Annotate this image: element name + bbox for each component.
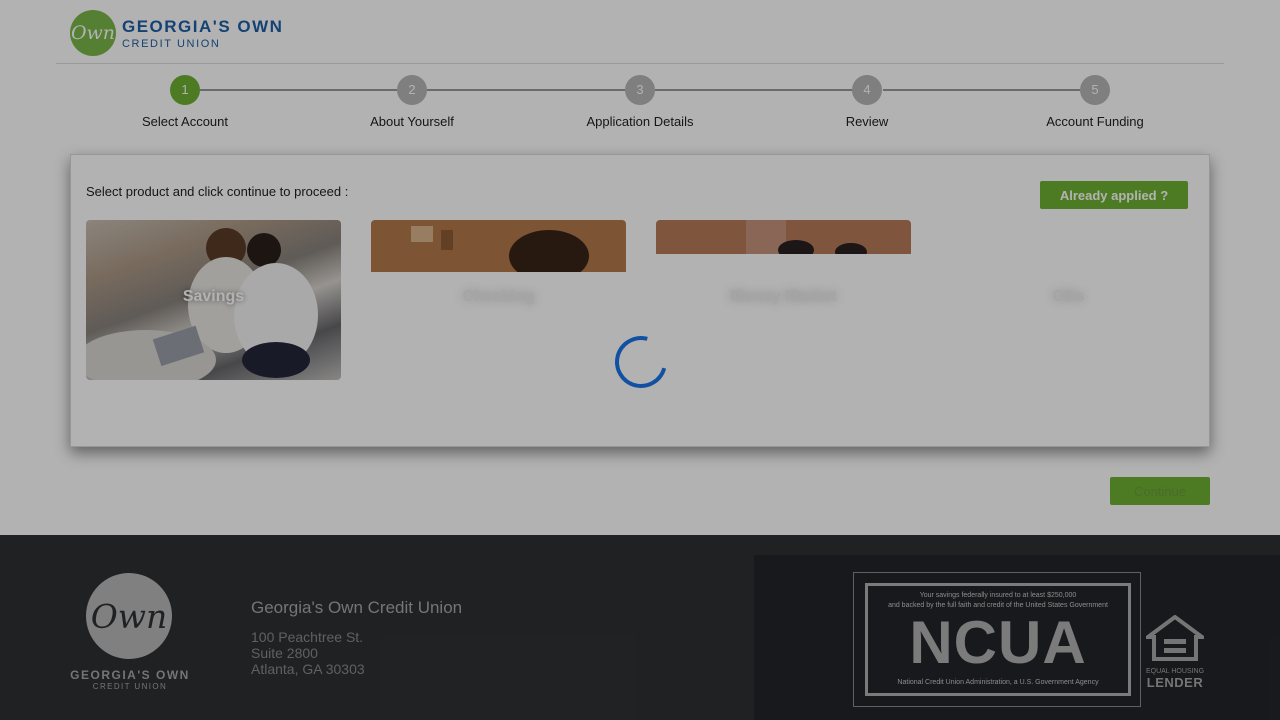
step-label: Application Details (586, 114, 694, 129)
step-label: Account Funding (1046, 114, 1144, 129)
step-label: Select Account (142, 114, 228, 129)
step-label: Review (845, 114, 889, 129)
logo-line2: CREDIT UNION (122, 37, 221, 50)
footer-logo-line1: GEORGIA'S OWN (70, 668, 190, 682)
georgias-own-logo[interactable]: Own GEORGIA'S OWN CREDIT UNION (70, 10, 283, 56)
step-application-details: 3 Application Details (540, 74, 740, 129)
product-card-savings[interactable]: Savings (86, 220, 341, 380)
logo-line1: GEORGIA'S OWN (122, 16, 284, 36)
product-card-label: Money Market (730, 288, 837, 305)
step-review: 4 Review (767, 74, 967, 129)
ncua-top-line1: Your savings federally insured to at lea… (919, 592, 1077, 599)
step-number: 2 (397, 75, 427, 105)
footer-address-line2: Suite 2800 (251, 645, 318, 661)
footer-address-line1: 100 Peachtree St. (251, 629, 364, 645)
step-about-yourself: 2 About Yourself (312, 74, 512, 129)
panel-instructions: Select product and click continue to pro… (86, 184, 349, 199)
product-card-cds[interactable]: CDs (941, 220, 1196, 380)
footer-logo-mark: Own (86, 573, 172, 659)
ncua-badge: Your savings federally insured to at lea… (853, 572, 1141, 707)
product-card-money-market[interactable]: Money Market (656, 220, 911, 380)
ncua-top-text: Your savings federally insured to at lea… (868, 591, 1128, 611)
step-number: 1 (170, 75, 200, 105)
step-number: 5 (1080, 75, 1110, 105)
footer-org-name: Georgia's Own Credit Union (251, 598, 463, 617)
step-account-funding: 5 Account Funding (995, 74, 1195, 129)
equal-housing-icon (1141, 614, 1209, 661)
product-card-label: Savings (182, 288, 245, 305)
logo-wordmark: GEORGIA'S OWN CREDIT UNION (122, 17, 283, 50)
equal-housing-lender: EQUAL HOUSING LENDER (1141, 614, 1209, 690)
footer-address-line3: Atlanta, GA 30303 (251, 661, 365, 677)
footer-logo-line2: CREDIT UNION (92, 682, 168, 691)
continue-button[interactable]: Continue (1110, 477, 1210, 505)
ncua-bottom-text: National Credit Union Administration, a … (897, 679, 1099, 686)
already-applied-button[interactable]: Already applied ? (1040, 181, 1188, 209)
product-card-label: Checking (462, 288, 535, 305)
site-header: Own GEORGIA'S OWN CREDIT UNION (0, 0, 1280, 64)
product-selection-panel: Select product and click continue to pro… (70, 154, 1210, 447)
header-divider (56, 63, 1224, 64)
ncua-badge-frame: Your savings federally insured to at lea… (865, 583, 1131, 696)
logo-mark: Own (70, 10, 116, 56)
step-number: 3 (625, 75, 655, 105)
step-number: 4 (852, 75, 882, 105)
ehl-line2: LENDER (1146, 675, 1204, 690)
step-select-account: 1 Select Account (85, 74, 285, 129)
footer-insurance-area: Your savings federally insured to at lea… (754, 555, 1280, 720)
step-label: About Yourself (370, 114, 454, 129)
product-card-checking[interactable]: Checking (371, 220, 626, 380)
product-card-label: CDs (1052, 288, 1085, 305)
ehl-line1: EQUAL HOUSING (1145, 668, 1205, 675)
application-stepper: 1 Select Account 2 About Yourself 3 Appl… (0, 74, 1280, 144)
ncua-wordmark: NCUA (909, 609, 1087, 676)
site-footer: Own GEORGIA'S OWN CREDIT UNION Georgia's… (0, 535, 1280, 720)
